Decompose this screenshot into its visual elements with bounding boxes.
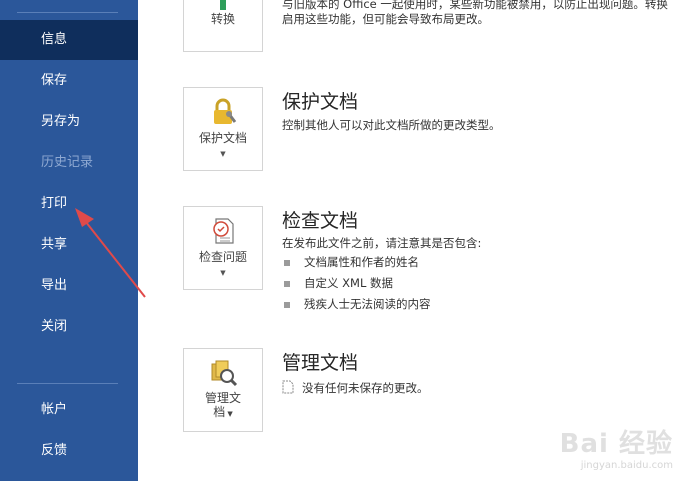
sidebar-item-feedback[interactable]: 反馈 — [0, 431, 138, 471]
watermark-url: jingyan.baidu.com — [580, 460, 673, 471]
inspect-bullet: 自定义 XML 数据 — [284, 275, 393, 291]
convert-description-line2: 启用这些功能，但可能会导致布局更改。 — [282, 12, 489, 26]
manage-status: 没有任何未保存的更改。 — [282, 380, 429, 397]
manage-status-text: 没有任何未保存的更改。 — [302, 381, 429, 395]
inspect-document-icon — [208, 216, 238, 249]
annotation-arrow-icon — [75, 208, 146, 298]
sidebar-item-save-as[interactable]: 另存为 — [0, 102, 138, 142]
protect-description: 控制其他人可以对此文档所做的更改类型。 — [282, 118, 501, 132]
chevron-down-icon: ▼ — [225, 410, 233, 418]
protect-document-button[interactable]: 保护文档 ▼ — [183, 87, 263, 171]
inspect-bullet: 残疾人士无法阅读的内容 — [284, 296, 431, 312]
sidebar-item-save[interactable]: 保存 — [0, 61, 138, 101]
chevron-down-icon: ▼ — [220, 269, 226, 277]
sidebar-item-info[interactable]: 信息 — [0, 20, 138, 60]
convert-button[interactable]: 转换 — [183, 0, 263, 52]
manage-document-button[interactable]: 管理文 档 ▼ — [183, 348, 263, 432]
manage-button-label-line1: 管理文 — [204, 391, 241, 405]
sidebar-item-history: 历史记录 — [41, 155, 94, 170]
check-issues-button-label: 检查问题 — [198, 250, 247, 264]
bullet-square-icon — [284, 280, 290, 287]
inspect-bullet-text: 文档属性和作者的姓名 — [304, 255, 419, 269]
manage-document-icon — [208, 358, 238, 391]
document-icon — [282, 380, 294, 397]
inspect-bullet: 文档属性和作者的姓名 — [284, 254, 419, 270]
inspect-bullet-text: 残疾人士无法阅读的内容 — [304, 297, 431, 311]
info-panel: 转换 与旧版本的 Office 一起使用时，某些新功能被禁用，以防止出现问题。转… — [138, 0, 681, 481]
manage-button-label-line2-text: 档 — [213, 405, 226, 419]
sidebar-divider-top — [17, 12, 118, 13]
inspect-title: 检查文档 — [282, 210, 359, 232]
protect-button-label: 保护文档 — [198, 131, 247, 145]
watermark-brand: Bai 经验 — [559, 429, 673, 459]
inspect-description: 在发布此文件之前，请注意其是否包含: — [282, 236, 482, 250]
manage-button-label-line2: 档 ▼ — [184, 405, 262, 422]
sidebar-divider-bottom — [17, 383, 118, 384]
sidebar-item-close[interactable]: 关闭 — [0, 307, 138, 347]
check-issues-button[interactable]: 检查问题 ▼ — [183, 206, 263, 290]
sidebar-item-account[interactable]: 帐户 — [0, 390, 138, 430]
protect-title: 保护文档 — [282, 91, 359, 113]
manage-title: 管理文档 — [282, 352, 359, 374]
bullet-square-icon — [284, 259, 290, 266]
baidu-watermark: Bai 经验 jingyan.baidu.com — [560, 423, 673, 471]
bullet-square-icon — [284, 301, 290, 308]
inspect-bullet-text: 自定义 XML 数据 — [304, 276, 394, 290]
chevron-down-icon: ▼ — [220, 150, 226, 158]
convert-button-label: 转换 — [210, 12, 235, 26]
lock-icon — [208, 97, 238, 130]
